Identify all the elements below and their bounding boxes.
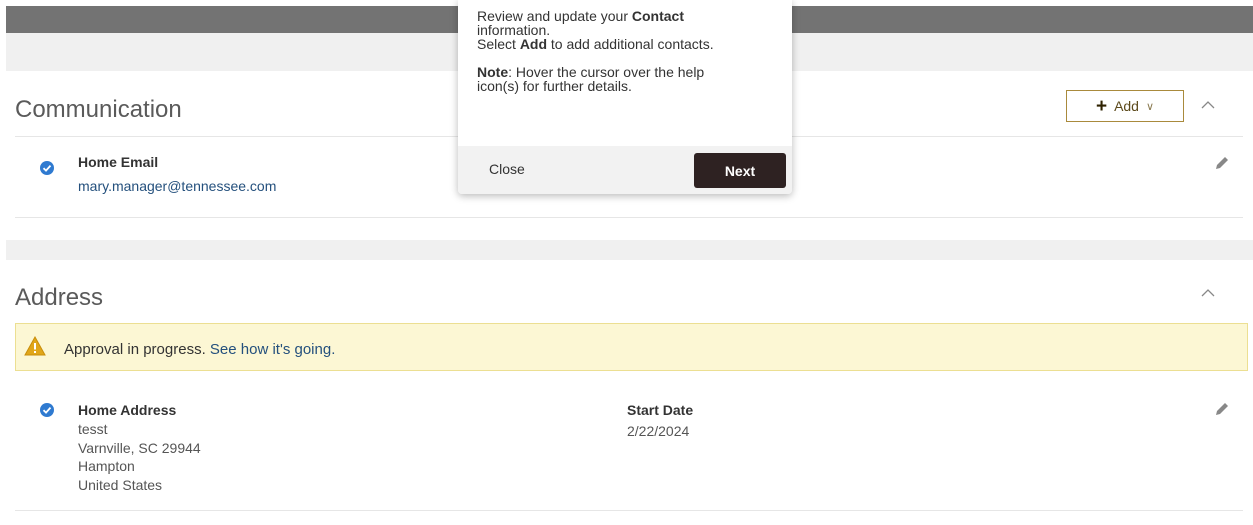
- add-contact-button[interactable]: + Add ∨: [1066, 90, 1184, 122]
- address-line: Hampton: [78, 458, 135, 474]
- edit-pencil-icon[interactable]: [1214, 155, 1230, 171]
- address-line: tesst: [78, 421, 108, 437]
- approval-message: Approval in progress. See how it's going…: [64, 341, 335, 358]
- approval-status-link[interactable]: See how it's going.: [210, 341, 335, 358]
- popover-text: to add additional contacts.: [547, 36, 714, 52]
- start-date-value: 2/22/2024: [627, 423, 690, 439]
- home-email-value[interactable]: mary.manager@tennessee.com: [78, 178, 276, 194]
- next-button[interactable]: Next: [694, 153, 786, 188]
- section-separator: [6, 240, 1253, 260]
- chevron-down-icon: ∨: [1145, 100, 1155, 113]
- approval-status-text: Approval in progress.: [64, 341, 206, 358]
- guided-tour-popover: Review and update your Contact informati…: [458, 0, 792, 194]
- popover-footer: Close Next: [458, 146, 792, 194]
- warning-icon: [24, 336, 46, 356]
- popover-bold-text: Add: [519, 36, 548, 52]
- popover-line: icon(s) for further details.: [477, 78, 632, 94]
- popover-line: Select Add to add additional contacts.: [477, 37, 777, 51]
- chevron-up-icon[interactable]: [1200, 100, 1216, 110]
- check-circle-icon: [40, 403, 54, 417]
- plus-icon: +: [1095, 95, 1108, 117]
- home-email-label: Home Email: [78, 154, 159, 170]
- popover-line: Note: Hover the cursor over the help: [477, 65, 777, 79]
- popover-text: Select: [477, 36, 520, 52]
- add-button-label: Add: [1114, 98, 1139, 114]
- communication-title: Communication: [15, 96, 182, 123]
- approval-banner: Approval in progress. See how it's going…: [15, 323, 1248, 371]
- popover-line: Review and update your Contact: [477, 9, 777, 23]
- address-line: Varnville, SC 29944: [78, 439, 201, 456]
- address-title: Address: [15, 284, 104, 311]
- popover-line: information.: [477, 22, 551, 38]
- popover-bold-text: Contact: [631, 8, 684, 24]
- address-line: United States: [78, 476, 163, 493]
- home-address-label: Home Address: [78, 402, 177, 418]
- close-button[interactable]: Close: [472, 154, 552, 184]
- start-date-label: Start Date: [627, 402, 694, 418]
- popover-message: Review and update your Contact informati…: [477, 9, 777, 93]
- home-address-lines: tesst Varnville, SC 29944 Hampton United…: [78, 420, 201, 494]
- chevron-up-icon[interactable]: [1200, 288, 1216, 298]
- divider: [15, 510, 1243, 511]
- divider: [15, 217, 1243, 218]
- check-circle-icon: [40, 161, 54, 175]
- edit-pencil-icon[interactable]: [1214, 401, 1230, 417]
